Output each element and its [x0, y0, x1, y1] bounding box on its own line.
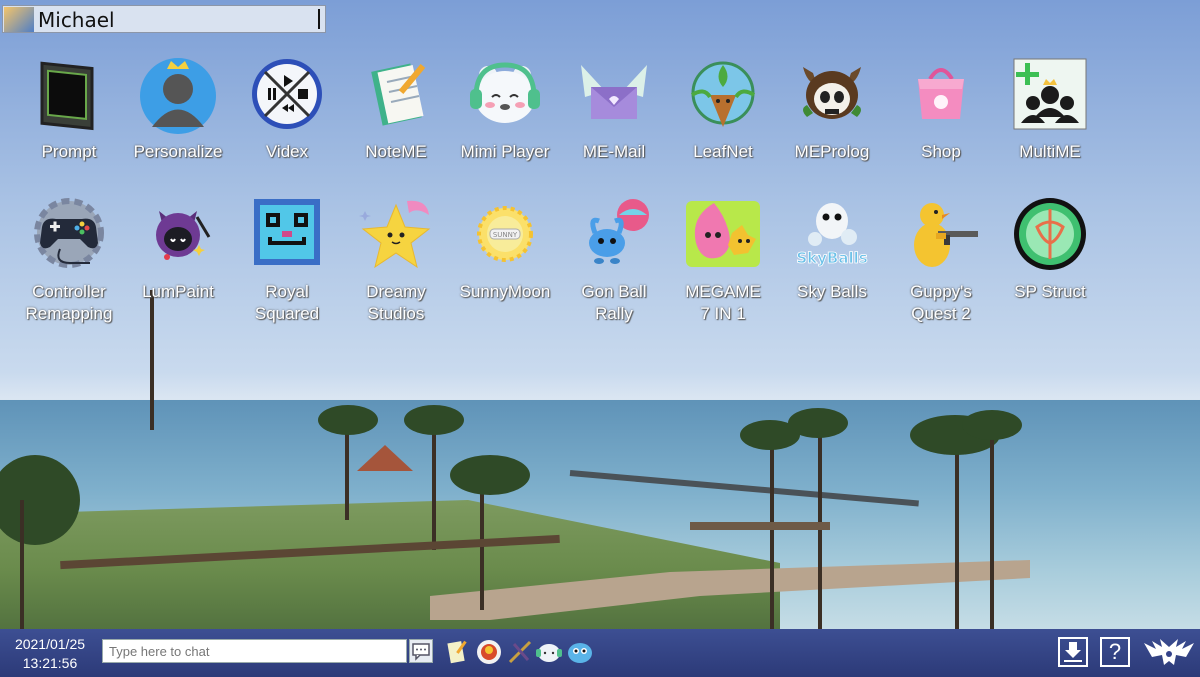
wallpaper-palm-leaves	[318, 405, 378, 435]
app-megame-7-in-1[interactable]: MEGAME 7 IN 1	[671, 197, 775, 325]
chat-input[interactable]	[102, 639, 407, 663]
profile-crown-icon	[139, 57, 217, 135]
wallpaper-palm-leaves	[962, 410, 1022, 440]
app-sky-balls[interactable]: SkyBalls Sky Balls	[780, 197, 884, 303]
sword-tray-icon[interactable]	[506, 638, 534, 666]
app-label: MultiME	[1019, 142, 1081, 161]
wallpaper-palm	[770, 440, 774, 630]
app-videx[interactable]: Videx	[235, 57, 339, 163]
app-me-mail[interactable]: ME-Mail	[562, 57, 666, 163]
app-label: SP Struct	[1014, 282, 1086, 301]
pink-blob-icon	[684, 197, 762, 275]
app-label: Prompt	[41, 142, 97, 161]
wallpaper-palm	[432, 420, 436, 550]
app-label: LeafNet	[693, 142, 753, 161]
duck-gun-icon	[902, 197, 980, 275]
wallpaper-palm	[955, 430, 959, 630]
svg-text:SUNNY: SUNNY	[493, 231, 518, 239]
svg-text:SkyBalls: SkyBalls	[796, 249, 867, 267]
app-guppys-quest-2[interactable]: Guppy's Quest 2	[889, 197, 993, 325]
winged-crest-icon	[1144, 639, 1194, 665]
username-field[interactable]: Michael	[2, 5, 326, 33]
character-tray-icon[interactable]	[475, 638, 503, 666]
clock-date: 2021/01/25	[14, 636, 86, 652]
app-prompt[interactable]: Prompt	[17, 57, 121, 163]
noteme-tray-icon[interactable]	[443, 638, 471, 666]
app-mimi-player[interactable]: Mimi Player	[453, 57, 557, 163]
clock: 2021/01/25 13:21:56	[6, 635, 94, 673]
app-label: Controller Remapping	[25, 282, 113, 323]
wallpaper-palm	[20, 500, 24, 630]
winged-envelope-icon	[575, 57, 653, 135]
username-text: Michael	[38, 8, 115, 32]
cat-brush-icon	[139, 197, 217, 275]
app-label: Videx	[265, 142, 309, 161]
bear-headphones-icon	[466, 57, 544, 135]
pixel-face-icon	[248, 197, 326, 275]
app-leafnet[interactable]: LeafNet	[671, 57, 775, 163]
app-dreamy-studios[interactable]: Dreamy Studios	[344, 197, 448, 325]
help-button[interactable]: ?	[1100, 637, 1130, 667]
bear-tray-icon[interactable]	[535, 638, 563, 666]
wallpaper-lamp-post	[150, 290, 154, 430]
app-noteme[interactable]: NoteME	[344, 57, 448, 163]
taskbar: 2021/01/25 13:21:56 ?	[0, 629, 1200, 677]
app-label: Royal Squared	[254, 282, 320, 323]
app-multime[interactable]: MultiME	[998, 57, 1102, 163]
wallpaper-palm	[990, 420, 994, 630]
gamepad-gear-icon	[30, 197, 108, 275]
app-label: Guppy's Quest 2	[910, 282, 972, 323]
blue-creature-tray-icon[interactable]	[566, 638, 594, 666]
media-controls-icon	[248, 57, 326, 135]
blue-creature-ball-icon	[575, 197, 653, 275]
app-label: MEProlog	[794, 142, 870, 161]
app-label: Personalize	[133, 142, 223, 161]
app-royal-squared[interactable]: Royal Squared	[235, 197, 339, 325]
globe-sprout-icon	[684, 57, 762, 135]
wallpaper-pergola	[690, 522, 830, 530]
app-gon-ball-rally[interactable]: Gon Ball Rally	[562, 197, 666, 325]
wallpaper-palm	[345, 420, 349, 520]
app-label: LumPaint	[142, 282, 214, 301]
wallpaper-palm-leaves	[404, 405, 464, 435]
app-label: SunnyMoon	[459, 282, 551, 301]
app-label: Dreamy Studios	[366, 282, 426, 323]
horned-skull-icon	[793, 57, 871, 135]
clock-time: 13:21:56	[22, 655, 78, 671]
app-label: NoteME	[365, 142, 427, 161]
app-label: ME-Mail	[582, 142, 646, 161]
sun-moon-icon: SUNNY	[466, 197, 544, 275]
notepad-pencil-icon	[357, 57, 435, 135]
app-sp-struct[interactable]: SP Struct	[998, 197, 1102, 303]
text-caret	[318, 9, 320, 29]
app-personalize[interactable]: Personalize	[126, 57, 230, 163]
app-label: Gon Ball Rally	[581, 282, 647, 323]
speech-bubble-icon	[412, 643, 430, 661]
app-controller-remapping[interactable]: Controller Remapping	[17, 197, 121, 325]
app-label: Shop	[921, 142, 961, 161]
app-meprolog[interactable]: MEProlog	[780, 57, 884, 163]
app-label: Mimi Player	[460, 142, 550, 161]
app-shop[interactable]: Shop	[889, 57, 993, 163]
app-label: MEGAME 7 IN 1	[685, 282, 761, 323]
group-add-icon	[1011, 57, 1089, 135]
green-orb-icon	[1011, 197, 1089, 275]
star-character-icon	[357, 197, 435, 275]
sky-balls-icon: SkyBalls	[793, 197, 871, 275]
system-menu-button[interactable]	[1142, 635, 1196, 671]
download-icon	[1064, 642, 1082, 662]
wallpaper-palm-leaves	[450, 455, 530, 495]
app-sunnymoon[interactable]: SUNNY SunnyMoon	[453, 197, 557, 303]
wallpaper-palm-leaves	[788, 408, 848, 438]
terminal-icon	[30, 57, 108, 135]
shopping-bag-icon	[902, 57, 980, 135]
user-avatar-icon	[4, 7, 34, 32]
download-button[interactable]	[1058, 637, 1088, 667]
app-label: Sky Balls	[797, 282, 867, 301]
app-lumpaint[interactable]: LumPaint	[126, 197, 230, 303]
chat-send-button[interactable]	[409, 639, 433, 663]
